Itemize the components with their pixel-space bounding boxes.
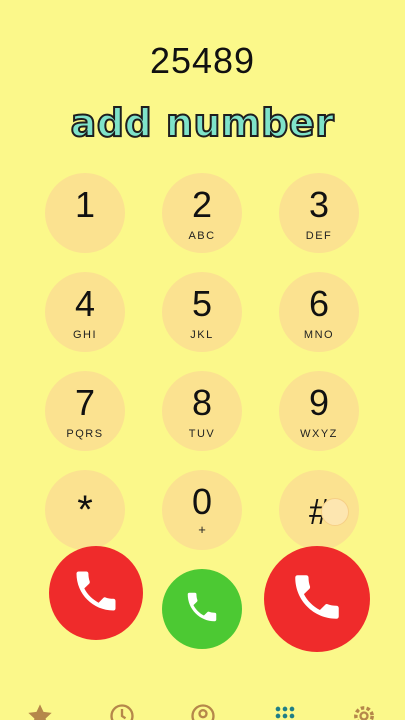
key-star[interactable]: *	[45, 470, 125, 550]
key-letters: MNO	[303, 329, 335, 341]
key-4[interactable]: 4 GHI	[45, 272, 125, 352]
key-digit: 1	[74, 184, 96, 225]
key-letters: JKL	[190, 329, 214, 341]
key-6[interactable]: 6 MNO	[279, 272, 359, 352]
key-digit: 5	[191, 283, 213, 324]
bottom-nav	[0, 700, 405, 720]
key-digit: 4	[74, 283, 96, 324]
key-2[interactable]: 2 ABC	[162, 173, 242, 253]
key-letters: TUV	[188, 428, 216, 440]
key-digit: 0	[191, 481, 213, 522]
key-digit: 3	[308, 184, 330, 225]
phone-icon	[288, 568, 346, 631]
key-1[interactable]: 1	[45, 173, 125, 253]
number-display: 25489	[149, 40, 256, 81]
key-0[interactable]: 0 +	[162, 470, 242, 550]
settings-gear-icon[interactable]	[350, 702, 378, 720]
recents-clock-icon[interactable]	[108, 702, 136, 720]
key-letters: ABC	[188, 230, 216, 242]
add-number-caption: add number	[70, 100, 335, 146]
key-digit: 6	[308, 283, 330, 324]
contact-icon[interactable]	[189, 702, 217, 720]
key-letters: WXYZ	[300, 428, 338, 440]
overlay-bubble	[321, 498, 349, 526]
dialpad-icon[interactable]	[271, 702, 299, 720]
key-letters: GHI	[72, 329, 98, 341]
star-icon[interactable]	[26, 702, 54, 720]
key-3[interactable]: 3 DEF	[279, 173, 359, 253]
key-letters: DEF	[305, 230, 333, 242]
call-button-left[interactable]	[49, 546, 143, 640]
key-digit: 7	[74, 382, 96, 423]
phone-icon	[70, 565, 122, 622]
key-digit: *	[77, 488, 93, 532]
key-letters: PQRS	[66, 428, 104, 440]
phone-icon	[183, 588, 221, 631]
key-5[interactable]: 5 JKL	[162, 272, 242, 352]
key-digit: 8	[191, 382, 213, 423]
call-button[interactable]	[162, 569, 242, 649]
key-9[interactable]: 9 WXYZ	[279, 371, 359, 451]
key-8[interactable]: 8 TUV	[162, 371, 242, 451]
call-button-right[interactable]	[264, 546, 370, 652]
key-letters: +	[198, 522, 206, 537]
key-digit: 2	[191, 184, 213, 225]
key-7[interactable]: 7 PQRS	[45, 371, 125, 451]
key-digit: 9	[308, 382, 330, 423]
